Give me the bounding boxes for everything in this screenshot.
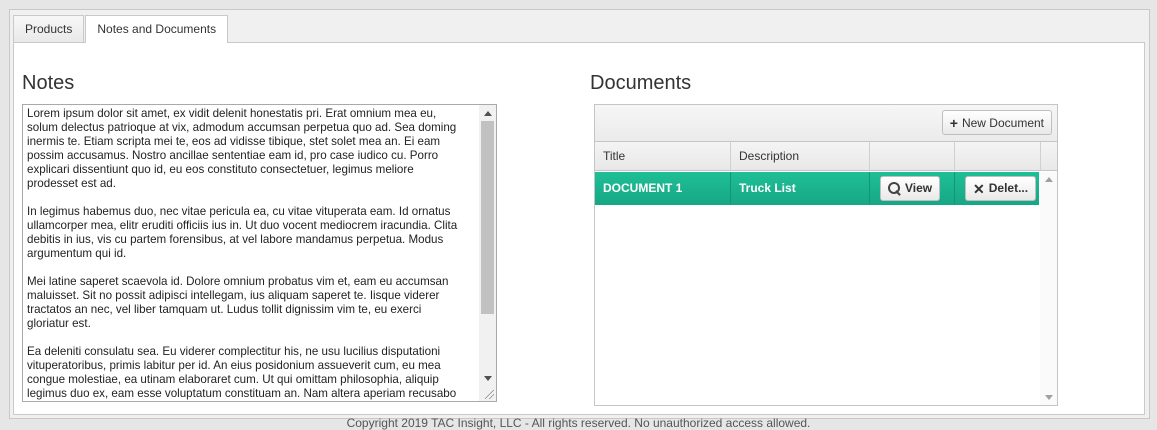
- new-document-button[interactable]: + New Document: [941, 110, 1052, 135]
- documents-grid-header: Title Description: [595, 142, 1057, 171]
- documents-scrollbar[interactable]: [1040, 172, 1057, 405]
- column-header-view: [870, 142, 955, 170]
- plus-icon: +: [949, 114, 958, 131]
- column-header-description[interactable]: Description: [731, 142, 870, 170]
- view-button[interactable]: View: [880, 176, 941, 201]
- tab-panel: Notes Documents Lorem ipsum dolor sit am…: [13, 42, 1145, 415]
- delete-cell: ✕ Delet...: [955, 172, 1039, 205]
- column-header-delete: [955, 142, 1041, 170]
- scroll-down-arrow-icon[interactable]: [1045, 395, 1053, 400]
- notes-textarea[interactable]: Lorem ipsum dolor sit amet, ex vidit del…: [22, 104, 497, 402]
- copyright-footer: Copyright 2019 TAC Insight, LLC - All ri…: [346, 416, 811, 430]
- tab-bar: Products Notes and Documents: [13, 15, 229, 43]
- documents-grid: + New Document Title Description DOCUMEN…: [594, 104, 1058, 406]
- delete-label: Delet...: [988, 181, 1029, 195]
- delete-button[interactable]: ✕ Delet...: [965, 176, 1037, 201]
- table-row[interactable]: DOCUMENT 1 Truck List View ✕ Delet...: [595, 172, 1039, 205]
- notes-title: Notes: [22, 72, 75, 94]
- tab-notes-and-documents[interactable]: Notes and Documents: [85, 15, 229, 43]
- tab-products[interactable]: Products: [13, 15, 85, 42]
- notes-text: Lorem ipsum dolor sit amet, ex vidit del…: [27, 107, 458, 400]
- notes-scrollbar[interactable]: [479, 105, 496, 401]
- scroll-up-arrow-icon[interactable]: [484, 111, 492, 116]
- scroll-up-arrow-icon[interactable]: [1045, 177, 1053, 182]
- documents-title: Documents: [590, 72, 692, 94]
- new-document-label: New Document: [961, 115, 1044, 130]
- column-header-title[interactable]: Title: [595, 142, 731, 170]
- view-label: View: [905, 181, 933, 195]
- view-cell: View: [870, 172, 955, 205]
- documents-toolbar: + New Document: [595, 105, 1057, 142]
- magnify-icon: [888, 182, 901, 195]
- close-icon: ✕: [973, 180, 985, 197]
- scroll-down-arrow-icon[interactable]: [484, 376, 492, 381]
- document-description-cell: Truck List: [731, 172, 870, 205]
- document-title-cell: DOCUMENT 1: [595, 172, 731, 205]
- notes-scrollbar-thumb[interactable]: [481, 121, 494, 314]
- resize-grip-icon[interactable]: [485, 390, 494, 399]
